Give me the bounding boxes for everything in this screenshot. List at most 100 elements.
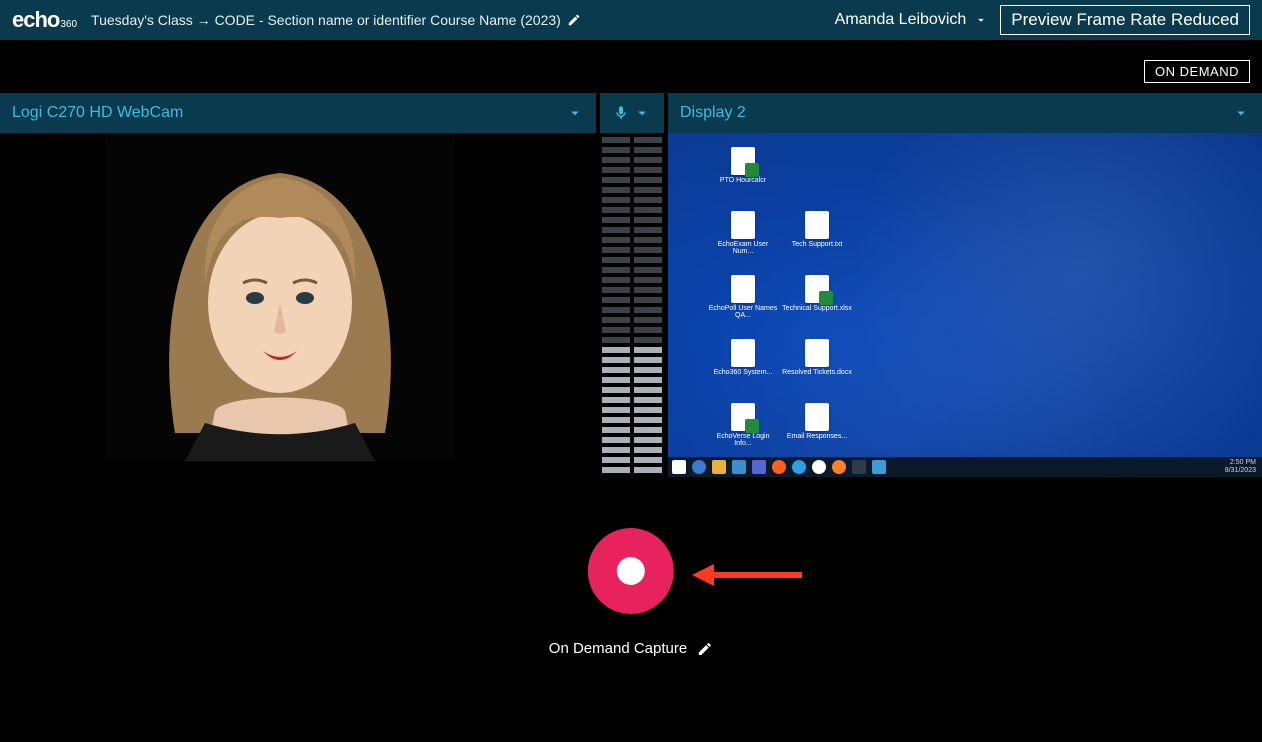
- audio-meter-segment: [634, 297, 662, 303]
- audio-meter-segment: [634, 317, 662, 323]
- audio-meter-segment: [602, 457, 630, 463]
- on-demand-badge: ON DEMAND: [1144, 60, 1250, 83]
- audio-meter-segment: [602, 237, 630, 243]
- audio-meter-segment: [602, 417, 630, 423]
- audio-meter-segment: [634, 207, 662, 213]
- audio-meter-segment: [634, 407, 662, 413]
- webcam-source-dropdown[interactable]: Logi C270 HD WebCam: [0, 93, 596, 133]
- desktop-file-icon: Technical Support.xlsx: [782, 275, 852, 335]
- audio-meter-segment: [634, 147, 662, 153]
- audio-meter-segment: [602, 137, 630, 143]
- audio-meter-segment: [634, 437, 662, 443]
- audio-meter-segment: [634, 377, 662, 383]
- windows-taskbar: 2:50 PM 8/31/2023: [668, 457, 1262, 477]
- audio-meter-segment: [602, 267, 630, 273]
- webcam-source-label: Logi C270 HD WebCam: [12, 104, 183, 122]
- audio-meter-segment: [602, 197, 630, 203]
- audio-meter-segment: [602, 447, 630, 453]
- mail-icon: [732, 460, 746, 474]
- app-icon: [852, 460, 866, 474]
- taskbar-clock: 2:50 PM 8/31/2023: [1225, 459, 1258, 474]
- top-bar: echo360 Tuesday's Class → CODE - Section…: [0, 0, 1262, 40]
- logo-sub: 360: [60, 20, 77, 30]
- display-source-dropdown[interactable]: Display 2: [668, 93, 1262, 133]
- audio-meter-segment: [634, 247, 662, 253]
- audio-meter-segment: [634, 337, 662, 343]
- audio-meter-segment: [602, 187, 630, 193]
- audio-meter-segment: [602, 377, 630, 383]
- audio-meter-segment: [602, 167, 630, 173]
- display-preview: PTO HourcalcrEchoExam User Num...Tech Su…: [668, 133, 1262, 477]
- audio-meter-segment: [634, 227, 662, 233]
- display-source-label: Display 2: [680, 104, 746, 122]
- audio-meter-segment: [602, 467, 630, 473]
- breadcrumb-text: Tuesday's Class → CODE - Section name or…: [91, 12, 561, 28]
- desktop-file-icon: Tech Support.txt: [782, 211, 852, 271]
- logo-text: echo: [12, 9, 59, 31]
- audio-meter-segment: [602, 317, 630, 323]
- app-icon: [832, 460, 846, 474]
- audio-meter-segment: [634, 137, 662, 143]
- audio-meter-segment: [634, 457, 662, 463]
- audio-meter-segment: [602, 217, 630, 223]
- search-icon: [692, 460, 706, 474]
- desktop-file-icon: Email Responses...: [782, 403, 852, 463]
- audio-meter-segment: [602, 247, 630, 253]
- desktop-file-icon: EchoVerse Login Info...: [708, 403, 778, 463]
- capture-label: On Demand Capture: [549, 640, 687, 657]
- audio-meter-segment: [602, 297, 630, 303]
- discord-icon: [752, 460, 766, 474]
- audio-meter-segment: [602, 327, 630, 333]
- audio-meter-segment: [634, 167, 662, 173]
- breadcrumb[interactable]: Tuesday's Class → CODE - Section name or…: [91, 12, 821, 28]
- desktop-file-icon: EchoPoll User Names QA...: [708, 275, 778, 335]
- logo: echo360: [12, 9, 77, 31]
- audio-meter-segment: [602, 257, 630, 263]
- webcam-preview: [0, 133, 596, 483]
- audio-meter-segment: [634, 277, 662, 283]
- audio-meter-segment: [634, 307, 662, 313]
- audio-meter-segment: [602, 407, 630, 413]
- user-dropdown[interactable]: Amanda Leibovich: [835, 11, 989, 29]
- audio-meter-segment: [634, 197, 662, 203]
- audio-meter-segment: [602, 347, 630, 353]
- audio-meter-segment: [602, 397, 630, 403]
- mic-source-dropdown[interactable]: [600, 93, 664, 133]
- audio-meter-segment: [602, 157, 630, 163]
- audio-meter-segment: [634, 347, 662, 353]
- audio-meter-segment: [634, 217, 662, 223]
- framerate-notice: Preview Frame Rate Reduced: [1000, 5, 1250, 35]
- audio-meter-segment: [634, 177, 662, 183]
- firefox-icon: [772, 460, 786, 474]
- audio-meter-segment: [634, 467, 662, 473]
- chevron-down-icon: [566, 104, 584, 122]
- audio-level-meter: [600, 133, 664, 483]
- record-button[interactable]: [588, 528, 674, 614]
- record-icon: [617, 557, 645, 585]
- audio-meter-segment: [602, 307, 630, 313]
- chevron-down-icon: [633, 104, 651, 122]
- red-annotation-arrow: [692, 560, 802, 590]
- folder-icon: [712, 460, 726, 474]
- audio-meter-segment: [634, 267, 662, 273]
- audio-meter-segment: [602, 357, 630, 363]
- desktop-file-icon: EchoExam User Num...: [708, 211, 778, 271]
- audio-meter-segment: [602, 437, 630, 443]
- pencil-icon[interactable]: [697, 641, 713, 657]
- app-icon: [872, 460, 886, 474]
- chrome-icon: [812, 460, 826, 474]
- user-name: Amanda Leibovich: [835, 11, 967, 29]
- audio-meter-segment: [602, 207, 630, 213]
- audio-meter-segment: [634, 187, 662, 193]
- desktop-file-icon: Resolved Tickets.docx: [782, 339, 852, 399]
- audio-meter-segment: [602, 367, 630, 373]
- pencil-icon[interactable]: [567, 13, 581, 27]
- audio-meter-segment: [634, 357, 662, 363]
- audio-meter-segment: [602, 147, 630, 153]
- audio-meter-segment: [634, 397, 662, 403]
- audio-meter-segment: [602, 427, 630, 433]
- audio-meter-segment: [602, 287, 630, 293]
- audio-meter-segment: [634, 387, 662, 393]
- audio-meter-segment: [634, 367, 662, 373]
- audio-meter-segment: [602, 177, 630, 183]
